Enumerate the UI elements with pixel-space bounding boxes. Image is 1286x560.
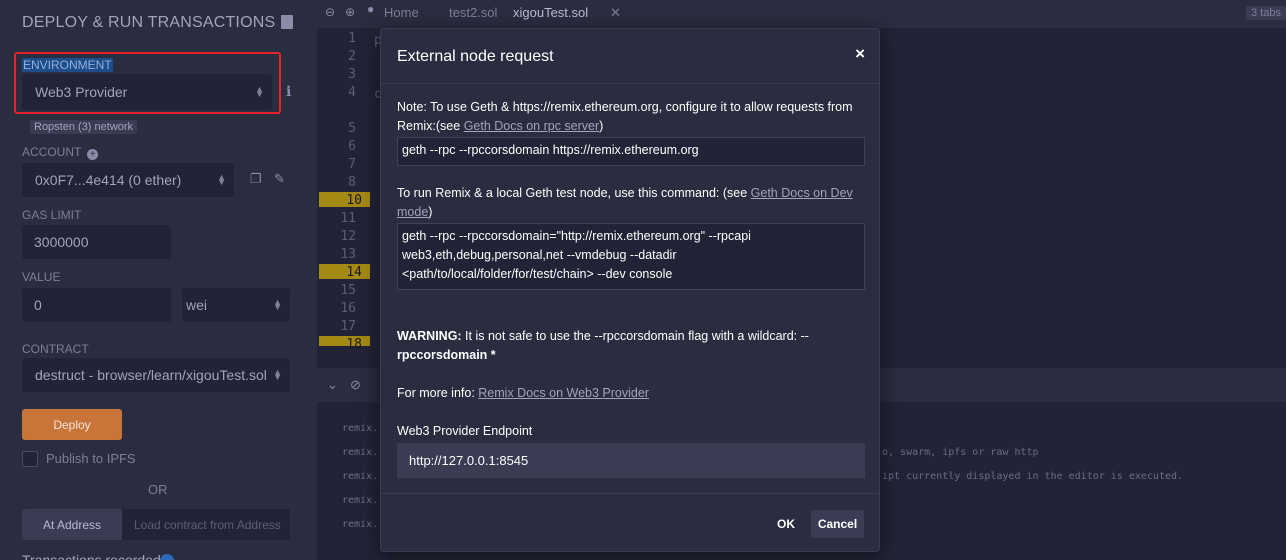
warning-paragraph: WARNING: It is not safe to use the --rpc… (397, 329, 809, 362)
terminal-line: remix. (342, 471, 379, 482)
geth-rpc-docs-link[interactable]: Geth Docs on rpc server (464, 119, 599, 133)
terminal-line: remix. (342, 447, 379, 458)
line-number: 1 (348, 31, 356, 46)
terminal-line: remix. (342, 423, 379, 434)
terminal-line: remix. (342, 519, 379, 530)
ok-button[interactable]: OK (769, 510, 803, 538)
line-number: 7 (348, 157, 356, 172)
endpoint-label: Web3 Provider Endpoint (397, 424, 533, 438)
web3-docs-link[interactable]: Remix Docs on Web3 Provider (478, 386, 649, 400)
endpoint-input[interactable]: http://127.0.0.1:8545 (397, 443, 865, 478)
line-number: 10 (346, 193, 362, 208)
copy-icon[interactable]: ❐ (250, 171, 262, 187)
collapse-terminal-icon[interactable]: ⌄ (327, 377, 338, 393)
line-number: 2 (348, 49, 356, 64)
close-tab-icon[interactable]: ✕ (610, 5, 621, 21)
select-arrows-icon: ▲ ▼ (217, 172, 226, 187)
transactions-heading-cut: Transactions recorded (22, 552, 161, 560)
at-address-input[interactable]: Load contract from Address (122, 509, 290, 540)
breakpoint-marker[interactable] (319, 192, 370, 207)
tabs-count: 3 tabs (1246, 6, 1286, 20)
line-number: 14 (346, 265, 362, 280)
external-node-modal: External node request × Note: To use Get… (380, 28, 880, 552)
line-number: 16 (340, 301, 356, 316)
note-paragraph: Note: To use Geth & https://remix.ethere… (397, 100, 853, 133)
line-number: 15 (340, 283, 356, 298)
breakpoint-marker[interactable] (319, 264, 370, 279)
tab-xigoutest[interactable]: xigouTest.sol (513, 5, 588, 20)
line-gutter: 1 2 3 4 5 6 7 8 10 11 12 13 14 15 16 17 … (317, 28, 370, 352)
gas-limit-input[interactable]: 3000000 (22, 225, 171, 259)
or-label: OR (148, 482, 168, 497)
account-value: 0x0F7...4e414 (0 ether) (35, 172, 182, 188)
docs-icon[interactable] (281, 15, 293, 29)
line-number: 11 (340, 211, 356, 226)
line-number: 18 (346, 337, 362, 352)
line-number: 3 (348, 67, 356, 82)
zoom-out-icon[interactable]: ⊖ (325, 5, 335, 19)
more-info-paragraph: For more info: Remix Docs on Web3 Provid… (397, 386, 649, 400)
add-account-icon[interactable]: + (87, 149, 99, 160)
account-select[interactable]: 0x0F7...4e414 (0 ether) ▲ ▼ (22, 163, 234, 197)
tab-test2[interactable]: test2.sol (449, 5, 497, 20)
account-label: ACCOUNT (22, 145, 82, 159)
value-unit: wei (186, 297, 208, 313)
line-number: 12 (340, 229, 356, 244)
terminal-line: o, swarm, ipfs or raw http (882, 447, 1039, 458)
line-number: 6 (348, 139, 356, 154)
value-unit-select[interactable]: wei ▲ ▼ (182, 288, 290, 322)
cancel-button[interactable]: Cancel (811, 510, 864, 538)
gas-limit-label: GAS LIMIT (22, 208, 82, 222)
publish-ipfs-label: Publish to IPFS (46, 451, 136, 466)
modal-footer (381, 493, 879, 494)
contract-select[interactable]: destruct - browser/learn/xigouTest.sol ▲… (22, 358, 290, 392)
tab-home[interactable]: Home (384, 5, 419, 20)
breakpoint-marker[interactable] (319, 336, 370, 346)
info-icon[interactable]: i (286, 84, 291, 100)
deploy-button[interactable]: Deploy (22, 409, 122, 440)
network-badge: Ropsten (3) network (30, 120, 138, 134)
terminal-line: ipt currently displayed in the editor is… (882, 471, 1184, 482)
home-icon: ● (367, 2, 375, 16)
zoom-in-icon[interactable]: ⊕ (345, 5, 355, 19)
select-arrows-icon: ▲ ▼ (273, 297, 282, 312)
deploy-run-panel: DEPLOY & RUN TRANSACTIONS ENVIRONMENT We… (0, 0, 317, 560)
editor-tabs: ⊖ ⊕ ● Home test2.sol xigouTest.sol ✕ 3 t… (317, 0, 1286, 28)
geth-command-1[interactable]: geth --rpc --rpccorsdomain https://remix… (397, 137, 865, 166)
panel-title: DEPLOY & RUN TRANSACTIONS (22, 14, 276, 31)
geth-command-2[interactable]: geth --rpc --rpccorsdomain="http://remix… (397, 223, 865, 290)
clear-console-icon[interactable]: ⊘ (350, 377, 361, 393)
publish-ipfs-checkbox[interactable] (22, 451, 38, 467)
line-number: 4 (348, 85, 356, 100)
close-icon[interactable]: × (855, 44, 865, 64)
at-address-button[interactable]: At Address (22, 509, 122, 540)
contract-value: destruct - browser/learn/xigouTest.sol (35, 367, 267, 383)
modal-title: External node request (397, 48, 554, 65)
highlight-box (14, 52, 281, 114)
select-arrows-icon: ▲ ▼ (273, 367, 282, 382)
line-number: 8 (348, 175, 356, 190)
line-number: 13 (340, 247, 356, 262)
value-label: VALUE (22, 270, 61, 284)
edit-icon[interactable]: ✎ (274, 171, 285, 187)
modal-header: External node request × (381, 29, 879, 84)
value-input[interactable]: 0 (22, 288, 171, 322)
run-paragraph: To run Remix & a local Geth test node, u… (397, 186, 853, 219)
line-number: 5 (348, 121, 356, 136)
count-badge (160, 554, 174, 560)
line-number: 17 (340, 319, 356, 334)
contract-label: CONTRACT (22, 342, 89, 356)
terminal-line: remix. (342, 495, 379, 506)
